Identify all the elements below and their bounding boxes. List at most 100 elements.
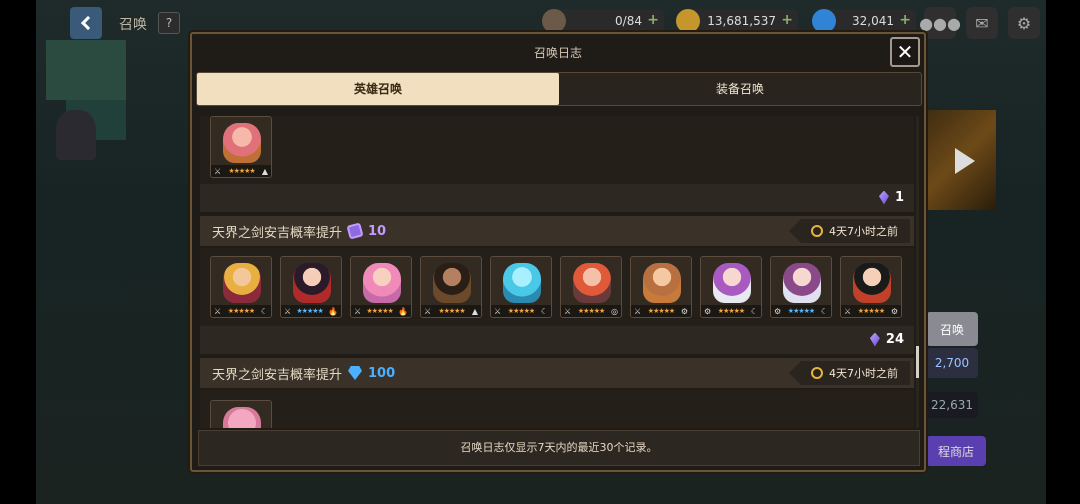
mail-icon[interactable]: ✉ — [966, 7, 998, 39]
hero-info-strip: ⚙ ★★★★★ ☾ — [701, 305, 761, 317]
log-list[interactable]: ⚔ ★★★★★ ▲ 1 天界之剑安吉概率提升 10 4天7小时之前 ⚔ ★★★★★… — [200, 116, 914, 428]
entry-footer: 1 — [200, 184, 914, 212]
hero-info-strip: ⚔ ★★★★★ ⚙ — [841, 305, 901, 317]
hero-sprite — [56, 110, 96, 160]
diamond-icon — [812, 9, 836, 33]
hero-portrait — [223, 263, 261, 303]
tab-equipment-summon[interactable]: 装备召唤 — [559, 73, 921, 105]
dialog-title: 召唤日志 — [533, 46, 582, 60]
hero-info-strip: ⚔ ★★★★★ ◎ — [561, 305, 621, 317]
obtained-count: 1 — [878, 190, 904, 205]
entry-body: ⚔ ★★★★★ ☾ ⚔ ★★★★★ 🔥 ⚔ ★★★★★ 🔥 ⚔ ★★★★★ ▲ ⚔ ★★★★★ ☾ ⚔ ★★★★… — [200, 248, 914, 326]
ticket-icon — [346, 222, 364, 240]
hero-card[interactable]: ⚔ ★★★★★ ⚙ — [630, 256, 692, 318]
count-value: 1 — [894, 190, 904, 205]
hero-card[interactable] — [210, 400, 272, 428]
element-icon: ▲ — [261, 166, 268, 176]
element-icon: ⚙ — [680, 306, 688, 316]
element-icon: ⚙ — [890, 306, 898, 316]
hero-info-strip: ⚔ ★★★★★ ⚙ — [631, 305, 691, 317]
hero-portrait — [433, 263, 471, 303]
grass-tile — [46, 40, 126, 100]
weapon-icon: ⚙ — [774, 306, 782, 316]
entry-header: 天界之剑安吉概率提升 10 4天7小时之前 — [200, 216, 914, 246]
soulstone-icon — [869, 332, 880, 347]
scrollbar[interactable] — [916, 116, 919, 428]
hero-info-strip: ⚔ ★★★★★ ☾ — [491, 305, 551, 317]
hero-card[interactable]: ⚔ ★★★★★ 🔥 — [350, 256, 412, 318]
time-badge: 4天7小时之前 — [789, 219, 910, 243]
banner-name: 天界之剑安吉概率提升 — [212, 367, 343, 383]
hero-portrait — [783, 263, 821, 303]
hero-info-strip: ⚔ ★★★★★ ☾ — [211, 305, 271, 317]
hero-info-strip: ⚔ ★★★★★ ▲ — [211, 165, 271, 177]
weapon-icon: ⚙ — [704, 306, 712, 316]
plus-icon[interactable]: + — [647, 12, 659, 28]
hero-card[interactable]: ⚙ ★★★★★ ☾ — [770, 256, 832, 318]
hero-portrait — [293, 263, 331, 303]
element-icon: 🔥 — [398, 306, 408, 316]
star-rating: ★★★★★ — [438, 307, 465, 315]
chat-icon[interactable]: ●●● — [919, 7, 961, 39]
back-button[interactable] — [70, 7, 102, 39]
hero-portrait — [713, 263, 751, 303]
star-rating: ★★★★★ — [296, 307, 323, 315]
star-rating: ★★★★★ — [227, 307, 255, 315]
time-ago: 4天7小时之前 — [829, 367, 898, 380]
cost-value: 10 — [368, 223, 387, 239]
hero-portrait — [223, 123, 261, 163]
gear-icon[interactable]: ⚙ — [1008, 7, 1040, 39]
hero-card[interactable]: ⚔ ★★★★★ ▲ — [420, 256, 482, 318]
hero-portrait — [853, 263, 891, 303]
clock-icon — [811, 367, 823, 379]
play-icon[interactable] — [955, 148, 975, 174]
hero-portrait — [503, 263, 541, 303]
weapon-icon: ⚔ — [214, 306, 222, 316]
weapon-icon: ⚔ — [634, 306, 642, 316]
scroll-thumb[interactable] — [916, 346, 919, 378]
hero-card[interactable]: ⚔ ★★★★★ ⚙ — [840, 256, 902, 318]
tab-bar: 英雄召唤 装备召唤 — [196, 72, 922, 106]
tab-hero-summon[interactable]: 英雄召唤 — [197, 73, 559, 105]
hero-card[interactable]: ⚔ ★★★★★ ☾ — [210, 256, 272, 318]
summon-log-dialog: 召唤日志 ✕ 英雄召唤 装备召唤 ⚔ ★★★★★ ▲ 1 天界之剑安吉概率提升 … — [190, 32, 926, 472]
star-rating: ★★★★★ — [647, 307, 675, 315]
hero-info-strip: ⚔ ★★★★★ 🔥 — [281, 305, 341, 317]
entry-footer: 24 — [200, 326, 914, 354]
hero-card[interactable]: ⚙ ★★★★★ ☾ — [700, 256, 762, 318]
star-rating: ★★★★★ — [366, 307, 393, 315]
hero-card[interactable]: ⚔ ★★★★★ ◎ — [560, 256, 622, 318]
stamina-resource[interactable]: 0/84 + — [542, 9, 664, 33]
time-ago: 4天7小时之前 — [829, 225, 898, 238]
close-button[interactable]: ✕ — [890, 37, 920, 67]
summon-button-partial[interactable]: 召唤 — [926, 312, 978, 346]
hero-info-strip: ⚙ ★★★★★ ☾ — [771, 305, 831, 317]
gold-resource[interactable]: 13,681,537 + — [676, 9, 798, 33]
entry-body: ⚔ ★★★★★ ▲ — [200, 116, 914, 184]
gems-resource[interactable]: 32,041 + — [812, 9, 916, 33]
entry-body — [200, 390, 914, 428]
stamina-value: 0/84 — [615, 14, 642, 28]
hero-card[interactable]: ⚔ ★★★★★ 🔥 — [280, 256, 342, 318]
obtained-count: 24 — [869, 332, 904, 347]
star-rating: ★★★★★ — [857, 307, 885, 315]
plus-icon[interactable]: + — [781, 12, 793, 28]
hero-portrait — [363, 263, 401, 303]
weapon-icon: ⚔ — [564, 306, 572, 316]
hero-card[interactable]: ⚔ ★★★★★ ▲ — [210, 116, 272, 178]
clock-icon — [811, 225, 823, 237]
weapon-icon: ⚔ — [354, 306, 362, 316]
time-badge: 4天7小时之前 — [789, 361, 910, 385]
help-button[interactable]: ? — [158, 12, 180, 34]
soulstone-icon — [878, 190, 889, 205]
mug-icon — [542, 9, 566, 33]
hero-info-strip: ⚔ ★★★★★ 🔥 — [351, 305, 411, 317]
shop-button-partial[interactable]: 程商店 — [926, 436, 986, 466]
element-icon: ☾ — [820, 306, 828, 316]
plus-icon[interactable]: + — [899, 12, 911, 28]
star-rating: ★★★★★ — [717, 307, 745, 315]
hero-card[interactable]: ⚔ ★★★★★ ☾ — [490, 256, 552, 318]
hero-portrait — [223, 407, 261, 428]
weapon-icon: ⚔ — [424, 306, 432, 316]
element-icon: ◎ — [611, 306, 618, 316]
